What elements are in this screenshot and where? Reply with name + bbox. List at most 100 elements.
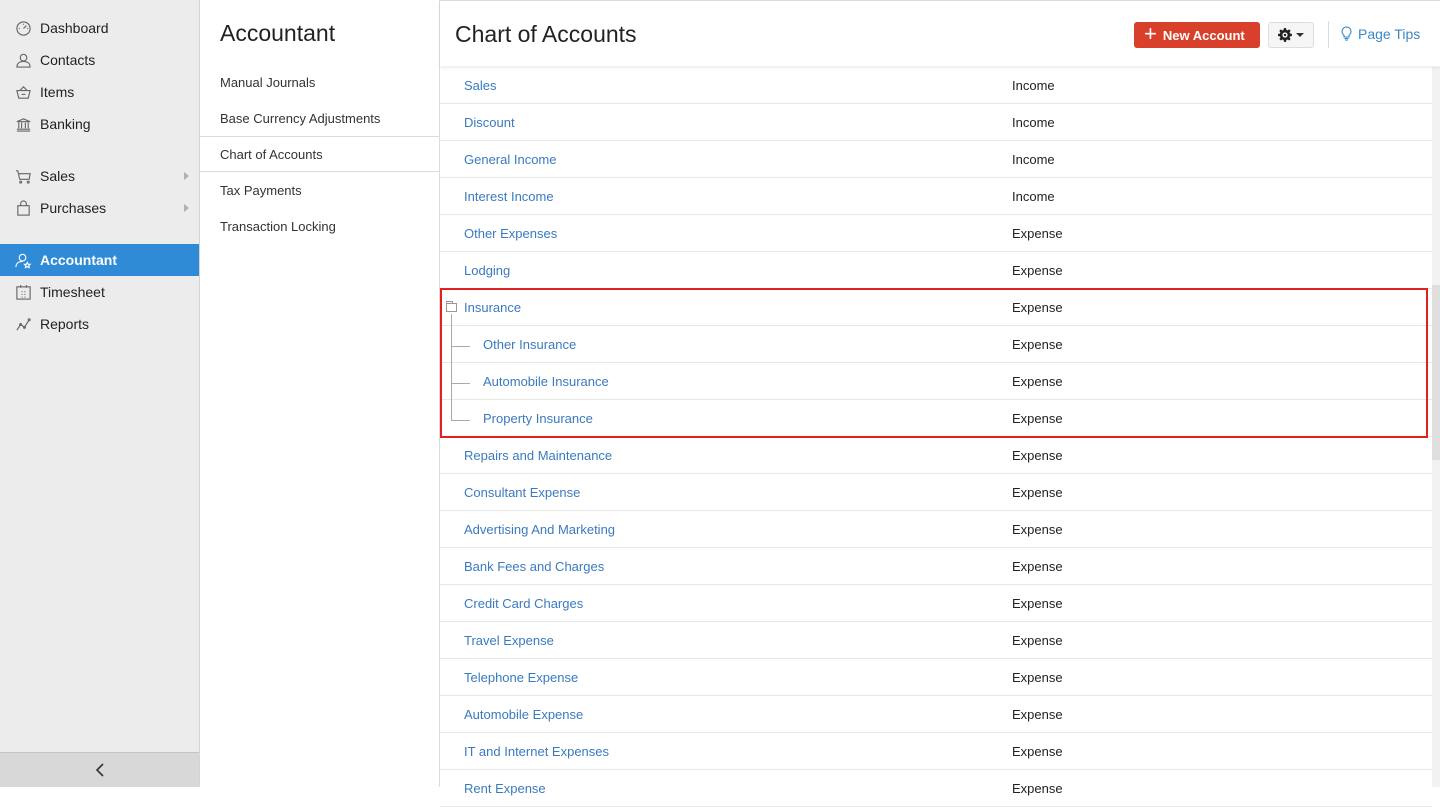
- subnav-item-transaction-locking[interactable]: Transaction Locking: [200, 208, 439, 244]
- account-type: Expense: [1012, 484, 1063, 500]
- account-name-link[interactable]: Advertising And Marketing: [464, 522, 615, 537]
- account-name-link[interactable]: Bank Fees and Charges: [464, 559, 604, 574]
- account-row[interactable]: Repairs and Maintenance Expense: [440, 437, 1432, 474]
- subnav-item-base-currency-adjustments[interactable]: Base Currency Adjustments: [200, 100, 439, 136]
- account-name-link[interactable]: Consultant Expense: [464, 485, 580, 500]
- account-row[interactable]: Discount Income: [440, 104, 1432, 141]
- account-name-link[interactable]: Interest Income: [464, 189, 554, 204]
- account-name-link[interactable]: Insurance: [464, 300, 521, 315]
- account-row[interactable]: Credit Card Charges Expense: [440, 585, 1432, 622]
- account-row[interactable]: Travel Expense Expense: [440, 622, 1432, 659]
- account-row[interactable]: Telephone Expense Expense: [440, 659, 1432, 696]
- account-name-link[interactable]: IT and Internet Expenses: [464, 744, 609, 759]
- account-name-link[interactable]: Travel Expense: [464, 633, 554, 648]
- accounts-table: Sales Income Discount Income General Income I…: [440, 67, 1432, 807]
- account-row[interactable]: Interest Income Income: [440, 178, 1432, 215]
- tree-line: [451, 326, 452, 363]
- account-name-link[interactable]: Sales: [464, 78, 497, 93]
- account-name-link[interactable]: Rent Expense: [464, 781, 546, 796]
- account-row[interactable]: Bank Fees and Charges Expense: [440, 548, 1432, 585]
- accountant-subnav: Accountant Manual Journals Base Currency…: [200, 0, 440, 787]
- account-name-link[interactable]: Discount: [464, 115, 515, 130]
- sidebar-item-purchases[interactable]: Purchases: [0, 192, 199, 224]
- subnav-item-chart-of-accounts[interactable]: Chart of Accounts: [200, 136, 439, 172]
- account-row[interactable]: Lodging Expense: [440, 252, 1432, 289]
- bag-icon: [14, 199, 32, 217]
- main-content: Chart of Accounts + New Account Page Tip…: [440, 0, 1440, 807]
- account-name-link[interactable]: Other Expenses: [464, 226, 557, 241]
- sidebar-item-contacts[interactable]: Contacts: [0, 44, 199, 76]
- sidebar-item-label: Dashboard: [40, 20, 109, 36]
- sidebar-collapse-button[interactable]: [0, 752, 199, 787]
- account-row[interactable]: Sales Income: [440, 67, 1432, 104]
- account-row-child[interactable]: Property Insurance Expense: [440, 400, 1432, 437]
- account-type: Expense: [1012, 262, 1063, 278]
- subnav-item-manual-journals[interactable]: Manual Journals: [200, 64, 439, 100]
- new-account-button[interactable]: + New Account: [1134, 22, 1260, 48]
- account-type: Expense: [1012, 225, 1063, 241]
- tree-branch: [451, 420, 470, 421]
- account-type: Expense: [1012, 595, 1063, 611]
- sidebar-item-label: Reports: [40, 316, 90, 332]
- account-type: Expense: [1012, 558, 1063, 574]
- account-name-link[interactable]: Telephone Expense: [464, 670, 578, 685]
- sidebar-item-label: Banking: [40, 116, 91, 132]
- vertical-scrollbar[interactable]: [1432, 67, 1440, 787]
- account-type: Expense: [1012, 780, 1063, 796]
- sidebar-item-sales[interactable]: Sales: [0, 160, 199, 192]
- account-name-link[interactable]: General Income: [464, 152, 557, 167]
- sidebar-item-label: Purchases: [40, 200, 107, 216]
- sidebar-item-timesheet[interactable]: Timesheet: [0, 276, 199, 308]
- sidebar-item-label: Accountant: [40, 252, 117, 268]
- tree-line: [451, 363, 452, 400]
- sidebar-item-reports[interactable]: Reports: [0, 308, 199, 340]
- items-icon: [14, 83, 32, 101]
- main-sidebar: Dashboard Contacts Items Banking Sales P…: [0, 0, 200, 787]
- dashboard-icon: [14, 19, 32, 37]
- account-row[interactable]: Automobile Expense Expense: [440, 696, 1432, 733]
- chevron-left-icon: [95, 763, 104, 777]
- account-type: Expense: [1012, 521, 1063, 537]
- page-header: Chart of Accounts + New Account Page Tip…: [440, 1, 1440, 66]
- account-type: Expense: [1012, 410, 1063, 426]
- account-name-link[interactable]: Automobile Expense: [464, 707, 583, 722]
- account-row[interactable]: Rent Expense Expense: [440, 770, 1432, 807]
- account-row[interactable]: Other Expenses Expense: [440, 215, 1432, 252]
- sidebar-item-label: Timesheet: [40, 284, 105, 300]
- account-name-link[interactable]: Lodging: [464, 263, 510, 278]
- sidebar-item-accountant[interactable]: Accountant: [0, 244, 199, 276]
- page-tips-link[interactable]: Page Tips: [1340, 26, 1420, 42]
- contacts-icon: [14, 51, 32, 69]
- plus-icon: +: [1144, 21, 1157, 46]
- account-row[interactable]: IT and Internet Expenses Expense: [440, 733, 1432, 770]
- account-type: Income: [1012, 188, 1055, 204]
- account-row[interactable]: Insurance Expense: [440, 289, 1432, 326]
- account-type: Expense: [1012, 743, 1063, 759]
- sidebar-item-items[interactable]: Items: [0, 76, 199, 108]
- account-name-link[interactable]: Repairs and Maintenance: [464, 448, 612, 463]
- account-name-link[interactable]: Property Insurance: [483, 411, 593, 426]
- account-type: Income: [1012, 77, 1055, 93]
- tree-line: [451, 400, 452, 421]
- sidebar-item-banking[interactable]: Banking: [0, 108, 199, 140]
- account-row[interactable]: Advertising And Marketing Expense: [440, 511, 1432, 548]
- header-divider: [1328, 21, 1329, 48]
- sidebar-item-dashboard[interactable]: Dashboard: [0, 12, 199, 44]
- account-type: Income: [1012, 151, 1055, 167]
- tree-branch: [451, 346, 470, 347]
- account-name-link[interactable]: Automobile Insurance: [483, 374, 609, 389]
- account-name-link[interactable]: Credit Card Charges: [464, 596, 583, 611]
- tree-branch: [451, 383, 470, 384]
- account-row[interactable]: Consultant Expense Expense: [440, 474, 1432, 511]
- settings-dropdown-button[interactable]: [1268, 22, 1314, 48]
- page-tips-label: Page Tips: [1358, 26, 1421, 42]
- account-name-link[interactable]: Other Insurance: [483, 337, 576, 352]
- folder-icon: [446, 301, 457, 312]
- scrollbar-thumb[interactable]: [1432, 285, 1440, 460]
- account-row-child[interactable]: Automobile Insurance Expense: [440, 363, 1432, 400]
- cart-icon: [14, 167, 32, 185]
- subnav-item-tax-payments[interactable]: Tax Payments: [200, 172, 439, 208]
- subnav-title: Accountant: [220, 20, 336, 46]
- account-row-child[interactable]: Other Insurance Expense: [440, 326, 1432, 363]
- account-row[interactable]: General Income Income: [440, 141, 1432, 178]
